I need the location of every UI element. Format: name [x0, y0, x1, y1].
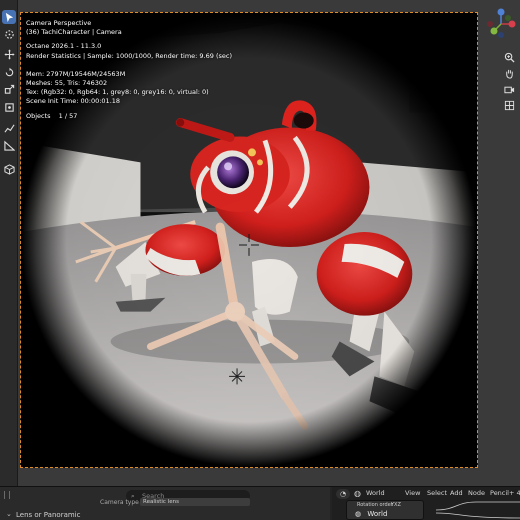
- neg-z-axis-handle[interactable]: [498, 32, 504, 38]
- memory-label: Mem: 2797M/19546M/24563M: [26, 69, 126, 78]
- tool-shelf: [0, 0, 18, 486]
- properties-panel: ⌕ Search Camera type Realistic lens ⌄ Le…: [0, 487, 330, 520]
- zoom-icon[interactable]: [502, 50, 516, 64]
- panel-drag-handle-icon[interactable]: [4, 491, 10, 499]
- measure-icon[interactable]: [2, 138, 16, 152]
- scale-icon[interactable]: [2, 82, 16, 96]
- menu-view[interactable]: View: [405, 489, 420, 497]
- node-world-label: World: [367, 510, 388, 518]
- y-axis-handle[interactable]: [490, 27, 498, 35]
- node-link: [436, 501, 520, 519]
- render-statistics-label: Render Statistics | Sample: 1000/1000, R…: [26, 51, 232, 60]
- navigation-gizmo[interactable]: [484, 4, 518, 48]
- 3d-viewport[interactable]: Camera Perspective (36) TachiCharacter |…: [18, 0, 520, 486]
- meshes-label: Meshes: 55, Tris: 746302: [26, 79, 108, 88]
- world-node[interactable]: Rotation order YXZ ◍ World: [346, 500, 424, 520]
- neg-y-axis-handle[interactable]: [505, 15, 511, 21]
- objects-count: 1 / 57: [58, 111, 78, 120]
- hand-pan-icon[interactable]: [502, 66, 516, 80]
- transform-icon[interactable]: [2, 100, 16, 114]
- camera-type-dropdown[interactable]: Realistic lens: [140, 498, 250, 506]
- z-axis-handle[interactable]: [497, 8, 505, 16]
- active-object-label: (36) TachiCharacter | Camera: [26, 28, 122, 37]
- rotation-order-label: Rotation order: [357, 502, 393, 508]
- scene-init-label: Scene Init Time: 00:00:01.18: [26, 97, 121, 106]
- chevron-down-icon[interactable]: ⌄: [6, 510, 12, 518]
- neg-x-axis-handle[interactable]: [487, 21, 493, 27]
- octane-version-label: Octane 2026.1 - 11.3.0: [26, 42, 102, 51]
- editor-type-icon[interactable]: ◔: [336, 489, 350, 499]
- workspace-pencil-menu[interactable]: Pencil+ 4: [490, 489, 520, 497]
- node-globe-icon: ◍: [355, 510, 362, 518]
- objects-label: Objects: [26, 111, 51, 120]
- rotation-order-value[interactable]: YXZ: [391, 502, 401, 508]
- camera-perspective-label: Camera Perspective: [26, 19, 92, 27]
- menu-add[interactable]: Add: [450, 489, 463, 497]
- camera-view-icon[interactable]: [502, 82, 516, 96]
- objects-count-row: Objects 1 / 57: [26, 112, 232, 121]
- grid-ortho-icon[interactable]: [502, 98, 516, 112]
- node-world-output: ◍ World: [355, 510, 387, 518]
- move-icon[interactable]: [2, 47, 16, 61]
- lens-or-panoramic-section[interactable]: Lens or Panoramic: [16, 511, 80, 519]
- world-globe-icon: ◍: [354, 489, 361, 498]
- world-selector[interactable]: World: [366, 489, 385, 497]
- camera-type-label: Camera type: [100, 499, 139, 506]
- menu-node[interactable]: Node: [468, 489, 485, 497]
- cursor-icon[interactable]: [2, 27, 16, 41]
- select-cursor-icon[interactable]: [2, 10, 16, 24]
- rotate-icon[interactable]: [2, 65, 16, 79]
- viewport-overlay-info: Camera Perspective (36) TachiCharacter |…: [26, 19, 232, 121]
- x-axis-handle[interactable]: [508, 20, 516, 28]
- annotate-icon[interactable]: [2, 121, 16, 135]
- add-cube-icon[interactable]: [2, 162, 16, 176]
- camera-frame: Camera Perspective (36) TachiCharacter |…: [20, 12, 478, 468]
- menu-select[interactable]: Select: [427, 489, 447, 497]
